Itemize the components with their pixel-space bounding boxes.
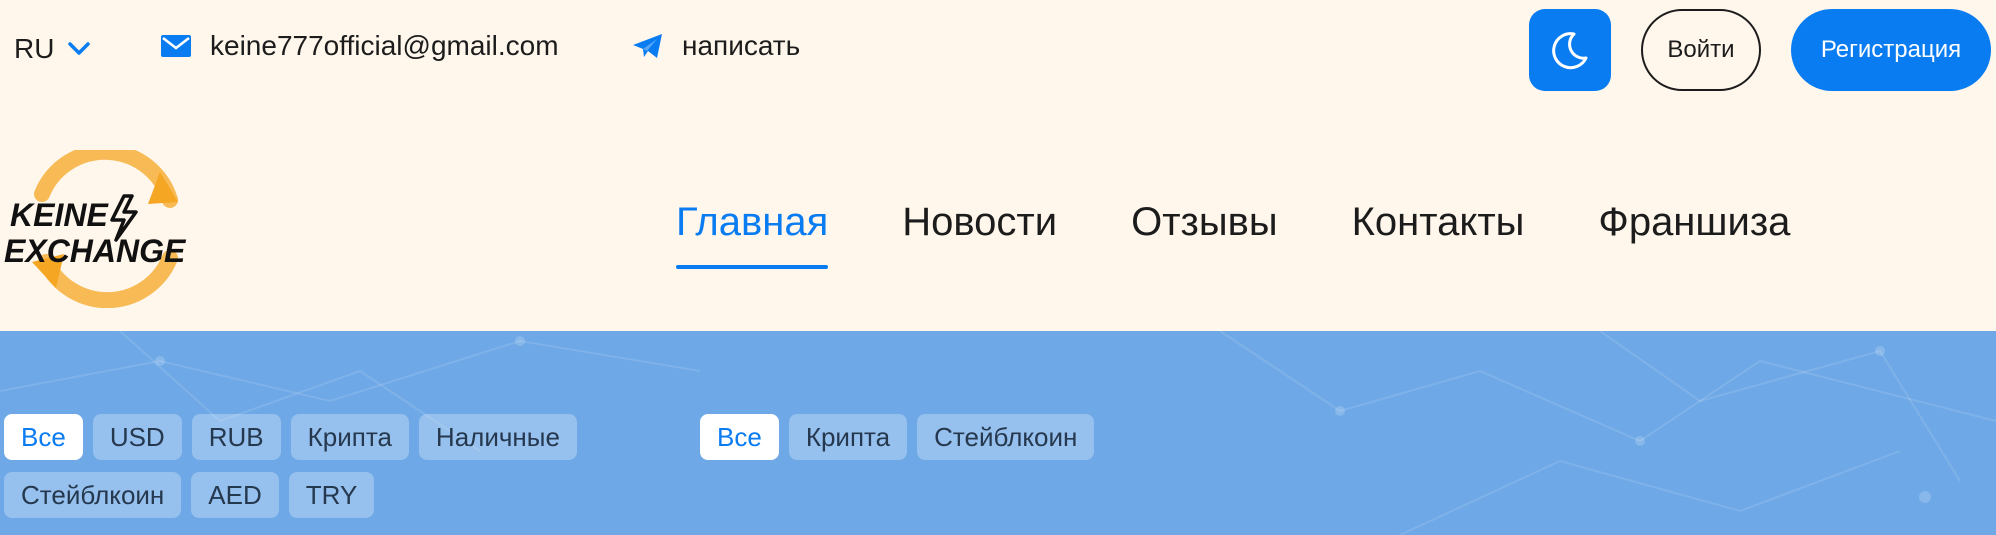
get-currency-filters: Все Крипта Стейблкоин	[700, 414, 1220, 460]
telegram-label: написать	[682, 30, 801, 61]
give-currency-filters: Все USD RUB Крипта Наличные Стейблкоин A…	[4, 414, 644, 518]
filter-chip-stablecoin[interactable]: Стейблкоин	[4, 472, 182, 518]
main-nav: Главная Новости Отзывы Контакты Франшиза	[676, 200, 1790, 269]
filter-chip-usd[interactable]: USD	[92, 414, 182, 460]
mail-icon	[161, 35, 191, 57]
register-button[interactable]: Регистрация	[1791, 9, 1991, 91]
top-bar: RU keine777official@gmail.com написать В…	[0, 0, 1996, 100]
nav-item-home[interactable]: Главная	[676, 200, 829, 269]
filter-chip-all[interactable]: Все	[700, 414, 779, 460]
login-button[interactable]: Войти	[1641, 9, 1761, 91]
filter-chip-rub[interactable]: RUB	[191, 414, 281, 460]
telegram-icon	[633, 34, 662, 58]
email-link[interactable]: keine777official@gmail.com	[160, 30, 559, 62]
theme-toggle-button[interactable]	[1529, 9, 1611, 91]
filter-chip-cash[interactable]: Наличные	[418, 414, 577, 460]
svg-text:KEINE: KEINE	[10, 197, 109, 233]
svg-text:EXCHANGE: EXCHANGE	[4, 233, 187, 269]
filter-chip-try[interactable]: TRY	[288, 472, 375, 518]
language-label: RU	[14, 33, 55, 64]
nav-item-franchise[interactable]: Франшиза	[1598, 200, 1790, 245]
exchange-hero: Все USD RUB Крипта Наличные Стейблкоин A…	[0, 331, 1996, 535]
email-text: keine777official@gmail.com	[210, 30, 559, 61]
filter-chip-crypto[interactable]: Крипта	[290, 414, 409, 460]
filter-chip-crypto[interactable]: Крипта	[788, 414, 908, 460]
nav-item-reviews[interactable]: Отзывы	[1131, 200, 1278, 245]
keine-exchange-logo[interactable]: KEINE EXCHANGE	[2, 150, 210, 308]
nav-item-news[interactable]: Новости	[902, 200, 1057, 245]
filter-chip-stablecoin[interactable]: Стейблкоин	[917, 414, 1095, 460]
chevron-down-icon	[68, 42, 91, 55]
filter-chip-all[interactable]: Все	[4, 414, 83, 460]
moon-icon	[1552, 32, 1588, 70]
filter-chip-aed[interactable]: AED	[191, 472, 279, 518]
language-selector[interactable]: RU	[14, 33, 91, 65]
nav-item-contacts[interactable]: Контакты	[1352, 200, 1525, 245]
telegram-link[interactable]: написать	[632, 30, 800, 62]
